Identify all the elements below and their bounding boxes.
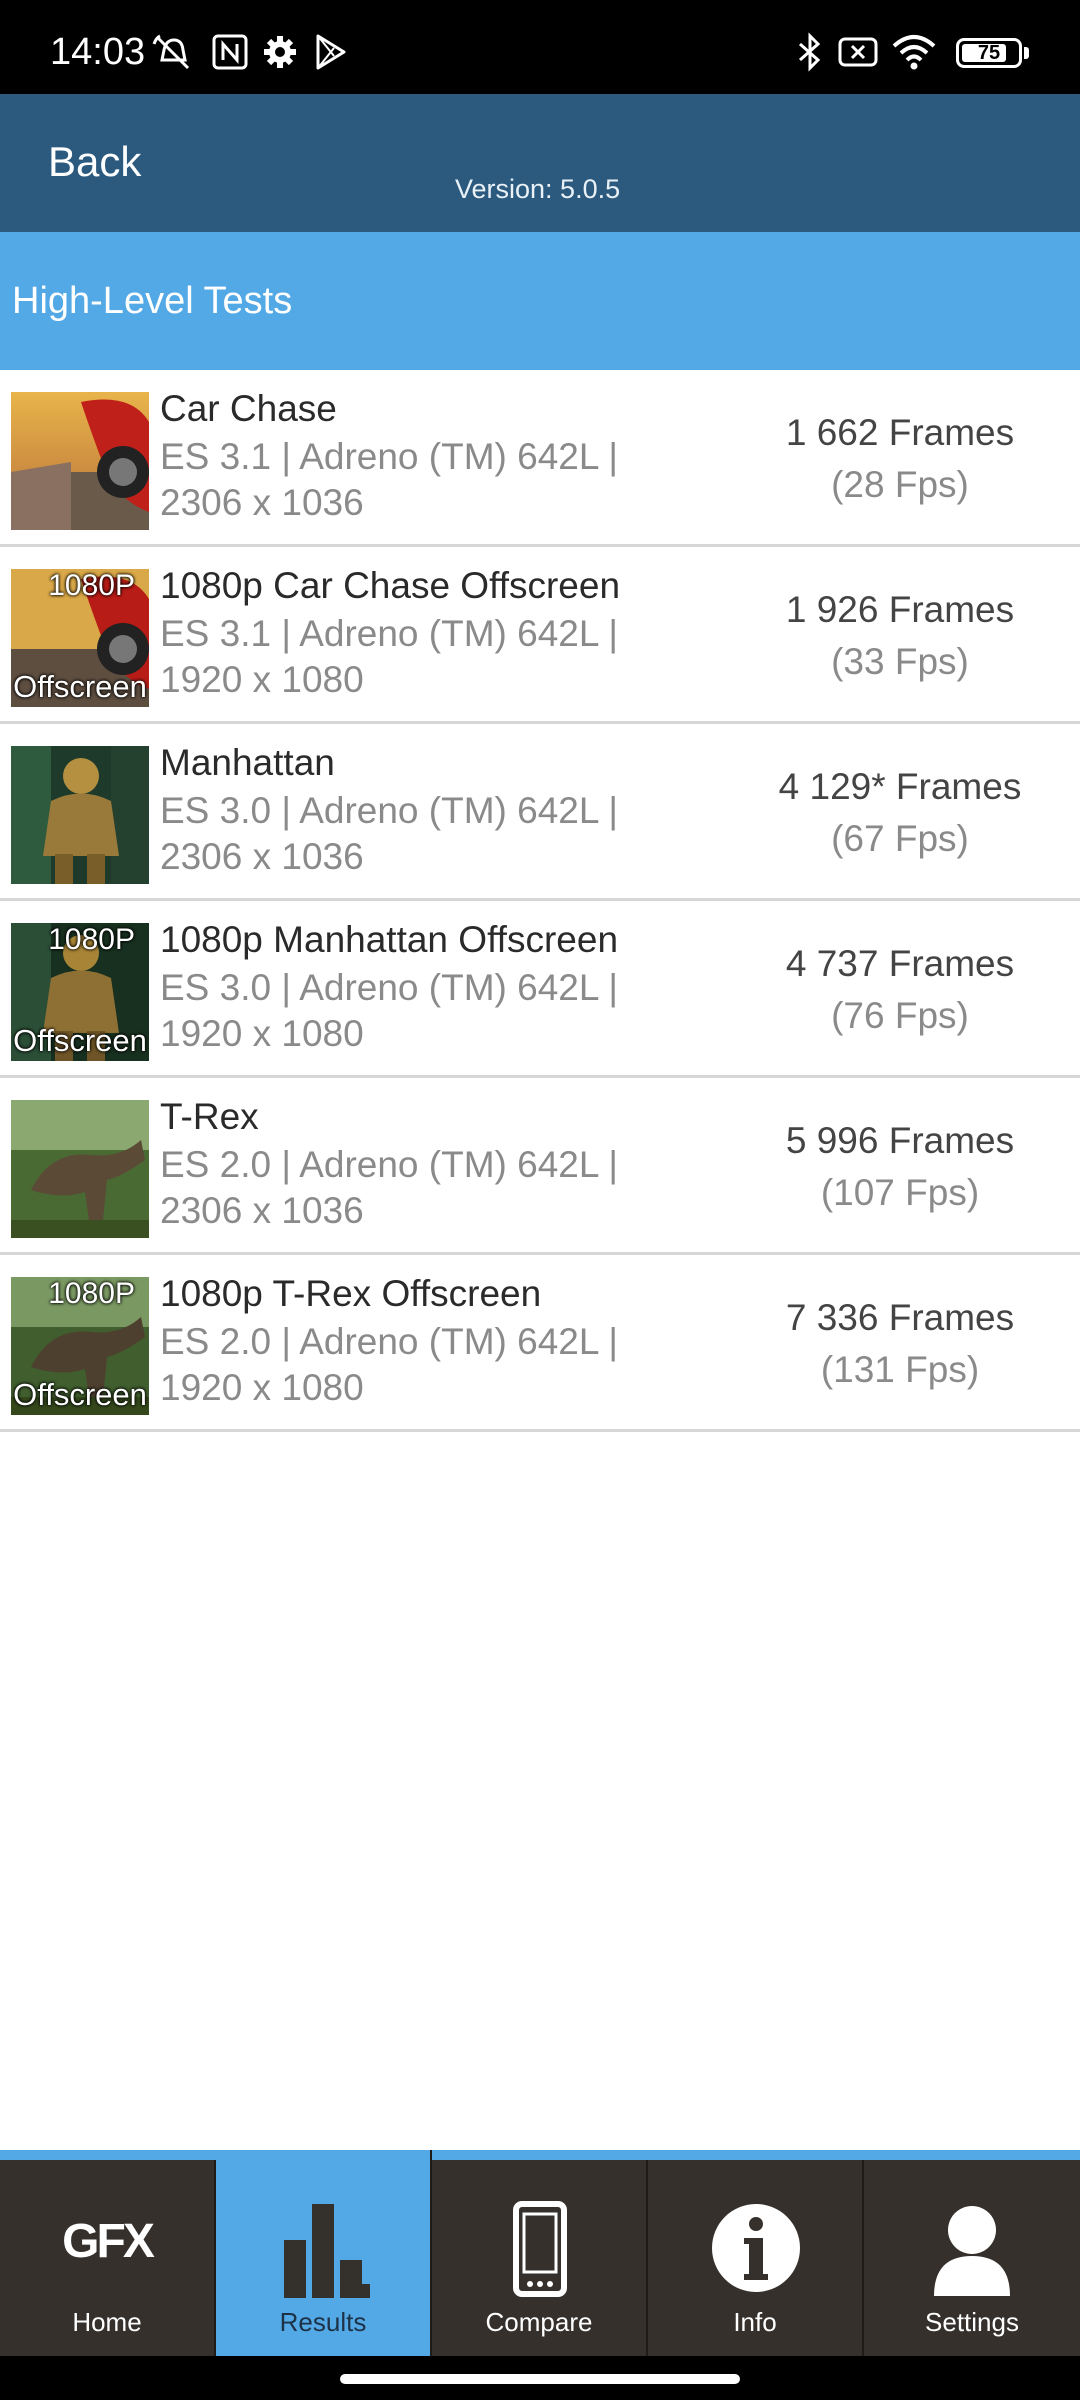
app-bar: Back Version: 5.0.5 bbox=[0, 94, 1080, 232]
test-name: 1080p T-Rex Offscreen bbox=[160, 1273, 542, 1314]
muted-alarm-icon bbox=[152, 34, 190, 70]
thumb-badge-bottom: Offscreen bbox=[13, 1023, 147, 1058]
test-description: ES 3.1 | Adreno (TM) 642L | 2306 x 1036 bbox=[160, 436, 618, 523]
nav-info[interactable]: Info bbox=[648, 2160, 864, 2356]
test-description: ES 3.1 | Adreno (TM) 642L | 1920 x 1080 bbox=[160, 613, 618, 700]
test-name: 1080p Car Chase Offscreen bbox=[160, 565, 621, 606]
test-name: T-Rex bbox=[160, 1096, 259, 1137]
test-frames: 5 996 Frames bbox=[785, 1120, 1015, 1161]
home-indicator[interactable] bbox=[340, 2374, 740, 2384]
battery-icon: 75 bbox=[956, 38, 1022, 68]
settings-gear-icon bbox=[264, 36, 296, 68]
section-header: High-Level Tests bbox=[0, 232, 1080, 370]
nav-accent-line bbox=[0, 2150, 1080, 2160]
test-description: ES 3.0 | Adreno (TM) 642L | 2306 x 1036 bbox=[160, 790, 618, 877]
nav-compare[interactable]: Compare bbox=[432, 2160, 648, 2356]
sim-off-icon bbox=[838, 37, 878, 67]
test-list: Car Chase ES 3.1 | Adreno (TM) 642L | 23… bbox=[0, 370, 1080, 1432]
gfx-logo-icon: GFX bbox=[62, 2215, 155, 2268]
test-fps: (28 Fps) bbox=[831, 464, 969, 505]
status-time: 14:03 bbox=[50, 31, 146, 73]
test-frames: 4 129* Frames bbox=[778, 766, 1022, 807]
nfc-icon bbox=[212, 34, 248, 70]
test-fps: (131 Fps) bbox=[820, 1349, 980, 1390]
info-icon bbox=[712, 2204, 800, 2292]
nav-home[interactable]: GFX Home bbox=[0, 2160, 216, 2356]
test-fps: (107 Fps) bbox=[820, 1172, 980, 1213]
test-name: Manhattan bbox=[160, 742, 335, 783]
test-row[interactable]: T-Rex ES 2.0 | Adreno (TM) 642L | 2306 x… bbox=[0, 1078, 1080, 1255]
play-store-icon bbox=[316, 34, 346, 70]
manhattan-offscreen-thumbnail: 1080P Offscreen bbox=[11, 923, 149, 1061]
nav-label: Info bbox=[733, 2307, 777, 2337]
car-chase-thumbnail bbox=[11, 392, 149, 530]
test-fps: (33 Fps) bbox=[831, 641, 969, 682]
gesture-bar bbox=[0, 2356, 1080, 2400]
test-name: 1080p Manhattan Offscreen bbox=[160, 919, 619, 960]
test-frames: 1 662 Frames bbox=[785, 412, 1015, 453]
test-row[interactable]: 1080P Offscreen 1080p Manhattan Offscree… bbox=[0, 901, 1080, 1078]
nav-results[interactable]: Results bbox=[216, 2150, 432, 2356]
test-fps: (76 Fps) bbox=[831, 995, 969, 1036]
test-row[interactable]: Manhattan ES 3.0 | Adreno (TM) 642L | 23… bbox=[0, 724, 1080, 901]
test-frames: 4 737 Frames bbox=[785, 943, 1015, 984]
t-rex-offscreen-thumbnail: 1080P Offscreen bbox=[11, 1277, 149, 1415]
nav-label: Results bbox=[279, 2307, 367, 2337]
test-description: ES 3.0 | Adreno (TM) 642L | 1920 x 1080 bbox=[160, 967, 618, 1054]
version-label: Version: 5.0.5 bbox=[455, 174, 621, 204]
test-row[interactable]: Car Chase ES 3.1 | Adreno (TM) 642L | 23… bbox=[0, 370, 1080, 547]
test-description: ES 2.0 | Adreno (TM) 642L | 2306 x 1036 bbox=[160, 1144, 618, 1231]
phone-icon bbox=[513, 2201, 567, 2297]
bluetooth-icon bbox=[799, 32, 821, 72]
battery-level: 75 bbox=[977, 42, 1001, 64]
thumb-badge-top: 1080P bbox=[48, 569, 135, 602]
nav-label: Compare bbox=[485, 2307, 593, 2337]
thumb-badge-top: 1080P bbox=[48, 1277, 135, 1310]
nav-label: Settings bbox=[925, 2307, 1019, 2337]
nav-settings[interactable]: Settings bbox=[864, 2160, 1080, 2356]
bottom-nav: GFX Home Results Compare Info Settings bbox=[0, 2150, 1080, 2356]
test-description: ES 2.0 | Adreno (TM) 642L | 1920 x 1080 bbox=[160, 1321, 618, 1408]
test-fps: (67 Fps) bbox=[831, 818, 969, 859]
user-icon bbox=[934, 2206, 1010, 2296]
test-frames: 1 926 Frames bbox=[785, 589, 1015, 630]
thumb-badge-top: 1080P bbox=[48, 923, 135, 956]
test-row[interactable]: 1080P Offscreen 1080p Car Chase Offscree… bbox=[0, 547, 1080, 724]
bar-chart-icon bbox=[284, 2204, 370, 2298]
status-bar: 14:03 75 bbox=[0, 0, 1080, 94]
test-frames: 7 336 Frames bbox=[785, 1297, 1015, 1338]
test-name: Car Chase bbox=[160, 388, 337, 429]
test-row[interactable]: 1080P Offscreen 1080p T-Rex Offscreen ES… bbox=[0, 1255, 1080, 1432]
car-chase-offscreen-thumbnail: 1080P Offscreen bbox=[11, 569, 149, 707]
thumb-badge-bottom: Offscreen bbox=[13, 1377, 147, 1412]
t-rex-thumbnail bbox=[11, 1100, 149, 1238]
manhattan-thumbnail bbox=[11, 746, 149, 884]
section-title: High-Level Tests bbox=[12, 280, 293, 322]
thumb-badge-bottom: Offscreen bbox=[13, 669, 147, 704]
wifi-icon bbox=[892, 35, 936, 70]
nav-label: Home bbox=[72, 2307, 142, 2337]
back-button[interactable]: Back bbox=[48, 136, 141, 188]
